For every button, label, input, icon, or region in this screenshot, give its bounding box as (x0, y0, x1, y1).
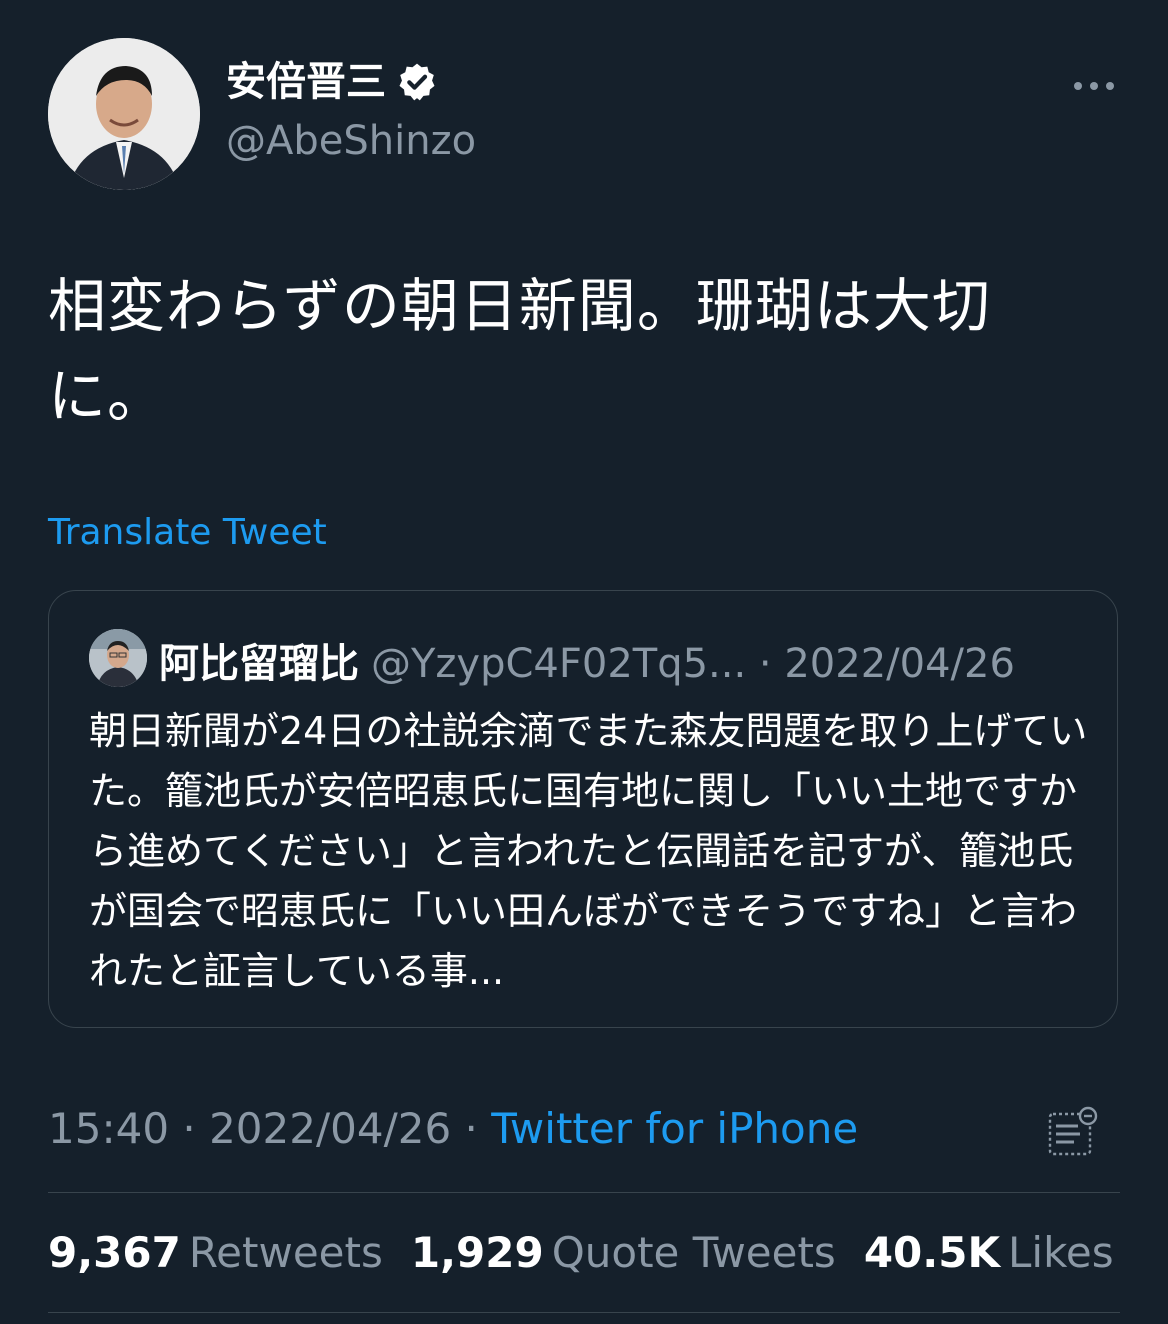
translate-tweet-link[interactable]: Translate Tweet (48, 512, 327, 553)
more-horizontal-icon[interactable] (1070, 74, 1118, 98)
author-avatar[interactable] (48, 38, 200, 190)
engagement-stats: 9,367 Retweets 1,929 Quote Tweets 40.5K Likes (48, 1228, 1142, 1277)
analytics-icon[interactable] (1046, 1104, 1100, 1158)
verified-badge-icon (396, 61, 438, 103)
divider (48, 1192, 1120, 1193)
quote-tweets-count: 1,929 (410, 1228, 544, 1277)
retweets-stat[interactable]: 9,367 Retweets (48, 1228, 411, 1277)
time-date[interactable]: 15:40 · 2022/04/26 · (48, 1104, 491, 1153)
author-handle[interactable]: @AbeShinzo (226, 118, 476, 164)
source-link[interactable]: Twitter for iPhone (491, 1104, 858, 1153)
author-name-text[interactable]: 安倍晋三 (226, 58, 386, 106)
author-name[interactable]: 安倍晋三 (226, 58, 438, 106)
quote-tweets-label: Quote Tweets (551, 1228, 836, 1277)
retweets-label: Retweets (188, 1228, 383, 1277)
likes-stat[interactable]: 40.5K Likes (864, 1228, 1142, 1277)
quoted-tweet-card[interactable]: 阿比留瑠比 @YzypC4F02Tq5... · 2022/04/26 朝日新聞が… (48, 590, 1118, 1028)
quoted-author-avatar (89, 629, 147, 687)
quote-tweets-stat[interactable]: 1,929 Quote Tweets (411, 1228, 864, 1277)
quoted-handle-date: @YzypC4F02Tq5... · 2022/04/26 (371, 641, 1015, 687)
quoted-tweet-header: 阿比留瑠比 @YzypC4F02Tq5... · 2022/04/26 (159, 631, 1015, 689)
quoted-author-name: 阿比留瑠比 (159, 641, 359, 687)
tweet-timestamp: 15:40 · 2022/04/26 · Twitter for iPhone (48, 1104, 858, 1153)
quoted-tweet-text: 朝日新聞が24日の社説余滴でまた森友問題を取り上げていた。籠池氏が安倍昭恵氏に国… (89, 709, 1088, 993)
retweets-count: 9,367 (48, 1228, 181, 1277)
tweet-text: 相変わらずの朝日新聞。珊瑚は大切に。 (48, 272, 991, 430)
divider (48, 1312, 1120, 1313)
likes-count: 40.5K (863, 1228, 1000, 1277)
likes-label: Likes (1008, 1228, 1114, 1277)
